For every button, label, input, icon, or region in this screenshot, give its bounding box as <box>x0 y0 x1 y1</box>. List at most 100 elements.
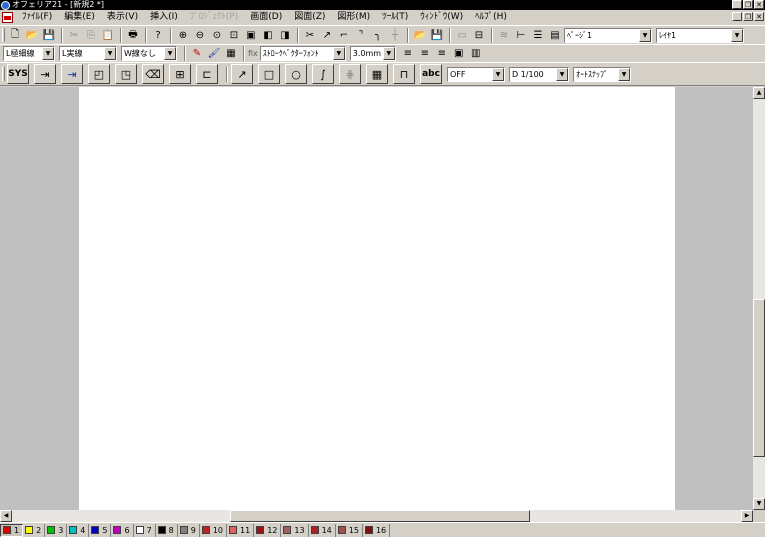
line-type-select[interactable]: L実線 ▼ <box>59 46 117 61</box>
print-icon[interactable]: 🖶 <box>125 27 141 43</box>
menu-file[interactable]: ﾌｧｲﾙ(F) <box>16 10 58 24</box>
color-layer-15[interactable]: 15 <box>336 523 363 537</box>
move-icon[interactable]: ⊞ <box>169 64 191 84</box>
cross-icon[interactable]: ┼ <box>387 27 403 43</box>
open-drawing-icon[interactable]: 📂 <box>412 27 428 43</box>
autosnap-select[interactable]: ｵｰﾄｽﾅｯﾌﾟ ▼ <box>573 66 631 82</box>
paste-icon[interactable]: 📋 <box>100 27 116 43</box>
curve-icon[interactable]: ∫ <box>312 64 334 84</box>
restore-icon[interactable]: ❐ <box>743 0 753 9</box>
scroll-right-icon[interactable]: ▶ <box>741 510 753 522</box>
text-vertical-icon[interactable]: ▥ <box>468 46 484 62</box>
color-layer-16[interactable]: 16 <box>363 523 391 537</box>
chevron-down-icon[interactable]: ▼ <box>42 47 54 60</box>
grid-icon[interactable]: ⋕ <box>339 64 361 84</box>
corner-icon[interactable]: ⌐ <box>336 27 352 43</box>
chevron-down-icon[interactable]: ▼ <box>639 28 651 42</box>
color-layer-6[interactable]: 6 <box>111 523 134 537</box>
horizontal-scrollbar[interactable]: ◀ ▶ <box>0 510 753 522</box>
help-icon[interactable]: ? <box>150 27 166 43</box>
color-layer-9[interactable]: 9 <box>178 523 200 537</box>
scroll-down-icon[interactable]: ▼ <box>753 498 765 510</box>
align-center-icon[interactable]: ≡ <box>417 46 433 62</box>
image-icon[interactable]: ▭ <box>454 27 470 43</box>
pen-color-icon[interactable]: ✎ <box>189 46 205 62</box>
eraser-icon[interactable]: ⌫ <box>142 64 164 84</box>
doc-close-icon[interactable]: ✕ <box>754 12 764 21</box>
color-layer-11[interactable]: 11 <box>227 523 255 537</box>
doc-minimize-icon[interactable]: _ <box>732 12 742 21</box>
scroll-up-icon[interactable]: ▲ <box>753 87 765 99</box>
color-layer-13[interactable]: 13 <box>281 523 309 537</box>
minimize-icon[interactable]: _ <box>732 0 742 9</box>
drawing-workspace[interactable] <box>0 87 753 510</box>
text-size-select[interactable]: 3.0mm ▼ <box>349 46 396 61</box>
polyline-icon[interactable]: ↗ <box>231 64 253 84</box>
horizontal-scroll-thumb[interactable] <box>230 510 530 522</box>
line-weight-select[interactable]: L極細線 ▼ <box>3 46 55 61</box>
vertical-scroll-thumb[interactable] <box>753 299 765 457</box>
zoom-page-icon[interactable]: ▣ <box>243 27 259 43</box>
trim-icon[interactable]: ✂ <box>302 27 318 43</box>
redraw-icon[interactable]: ◨ <box>277 27 293 43</box>
select-in-icon[interactable]: ⇥ <box>34 64 56 84</box>
scale-select[interactable]: D 1/100 ▼ <box>509 66 569 82</box>
save-drawing-icon[interactable]: 💾 <box>429 27 445 43</box>
window-icon[interactable]: ⊟ <box>471 27 487 43</box>
stack-icon[interactable]: ☰ <box>530 27 546 43</box>
color-layer-10[interactable]: 10 <box>200 523 228 537</box>
vertical-scrollbar[interactable]: ▲ ▼ <box>753 87 765 510</box>
save-icon[interactable]: 💾 <box>41 27 57 43</box>
arrow-line-icon[interactable]: ↗ <box>319 27 335 43</box>
color-layer-4[interactable]: 4 <box>67 523 90 537</box>
chevron-down-icon[interactable]: ▼ <box>492 67 504 81</box>
new-file-icon[interactable]: 🗋 <box>7 27 23 43</box>
select-out-icon[interactable]: ⇥ <box>61 64 83 84</box>
chevron-down-icon[interactable]: ▼ <box>382 47 395 60</box>
fill-type-select[interactable]: W線なし ▼ <box>121 46 177 61</box>
menu-edit[interactable]: 編集(E) <box>58 10 101 24</box>
page-select[interactable]: ﾍﾟｰｼﾞ1 ▼ <box>564 27 652 43</box>
color-layer-14[interactable]: 14 <box>309 523 336 537</box>
menu-drawing[interactable]: 図面(Z) <box>288 10 331 24</box>
corner-round-icon[interactable]: ⌝ <box>353 27 369 43</box>
fillet-icon[interactable]: ╮ <box>370 27 386 43</box>
dimension-icon[interactable]: ⊏ <box>196 64 218 84</box>
table-icon[interactable]: ▦ <box>366 64 388 84</box>
menu-help[interactable]: ﾍﾙﾌﾟ(H) <box>469 10 513 24</box>
color-layer-1[interactable]: 1 <box>0 523 24 537</box>
close-icon[interactable]: ✕ <box>754 0 764 9</box>
scroll-left-icon[interactable]: ◀ <box>0 510 12 522</box>
color-layer-2[interactable]: 2 <box>23 523 46 537</box>
chevron-down-icon[interactable]: ▼ <box>556 67 568 81</box>
rectangle-icon[interactable]: □ <box>258 64 280 84</box>
text-tool-button[interactable]: abc <box>420 64 442 84</box>
fill-color-icon[interactable]: 🖌 <box>206 46 222 62</box>
menu-window[interactable]: ｳｨﾝﾄﾞｳ(W) <box>414 10 469 24</box>
zoom-in-icon[interactable]: ⊕ <box>175 27 191 43</box>
tree-icon[interactable]: ⊢ <box>513 27 529 43</box>
dimension-line-icon[interactable]: ⊓ <box>393 64 415 84</box>
menu-insert[interactable]: 挿入(I) <box>144 10 184 24</box>
color-layer-8[interactable]: 8 <box>156 523 178 537</box>
zoom-fit-icon[interactable]: ⊙ <box>209 27 225 43</box>
open-folder-icon[interactable]: 📂 <box>24 27 40 43</box>
chevron-down-icon[interactable]: ▼ <box>332 47 345 60</box>
zoom-window-icon[interactable]: ⊡ <box>226 27 242 43</box>
chevron-down-icon[interactable]: ▼ <box>731 28 743 42</box>
toolbar-grip[interactable] <box>2 67 5 81</box>
document-icon[interactable] <box>2 11 13 23</box>
zoom-out-icon[interactable]: ⊖ <box>192 27 208 43</box>
edit-shape-icon[interactable]: ◰ <box>88 64 110 84</box>
page-icon[interactable]: ▤ <box>547 27 563 43</box>
drawing-page[interactable] <box>79 87 675 510</box>
toolbar-grip[interactable] <box>2 28 5 42</box>
color-layer-5[interactable]: 5 <box>89 523 112 537</box>
font-select[interactable]: ｽﾄﾛｰｸﾍﾞｸﾀｰﾌｫﾝﾄ ▼ <box>259 46 346 61</box>
doc-restore-icon[interactable]: ❐ <box>743 12 753 21</box>
chevron-down-icon[interactable]: ▼ <box>164 47 176 60</box>
color-layer-12[interactable]: 12 <box>254 523 282 537</box>
menu-tools[interactable]: ﾂｰﾙ(T) <box>376 10 414 24</box>
zoom-prev-icon[interactable]: ◧ <box>260 27 276 43</box>
layer-icon[interactable]: ≋ <box>496 27 512 43</box>
